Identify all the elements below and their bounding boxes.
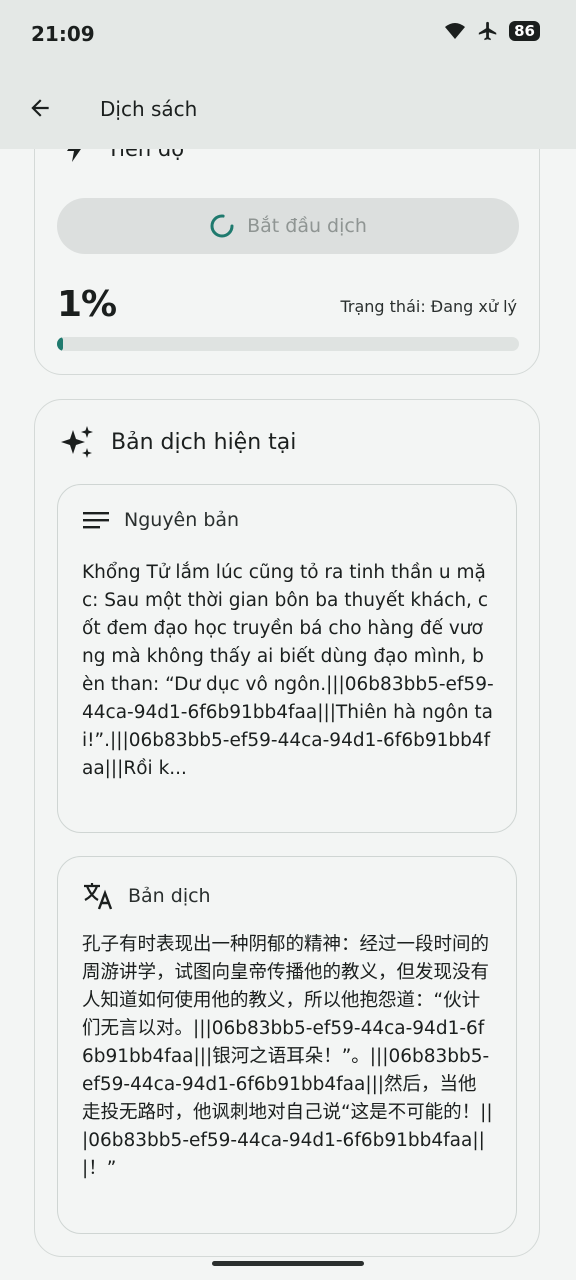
original-text: Khổng Tử lắm lúc cũng tỏ ra tinh thần u … xyxy=(82,562,494,779)
status-bar: 21:09 86 xyxy=(0,0,576,70)
status-icons: 86 xyxy=(443,20,540,42)
app-bar: Dịch sách xyxy=(0,70,576,149)
translation-heading: Bản dịch hiện tại xyxy=(111,429,297,455)
airplane-icon xyxy=(478,21,497,41)
progress-status: Trạng thái: Đang xử lý xyxy=(340,297,517,316)
gesture-handle[interactable] xyxy=(212,1261,364,1266)
progress-header: Tiến độ xyxy=(65,149,184,162)
original-header: Nguyên bản xyxy=(82,509,239,531)
start-translate-label: Bắt đầu dịch xyxy=(247,215,367,237)
original-label: Nguyên bản xyxy=(124,509,240,531)
translated-text-panel: Bản dịch 孔子有时表现出一种阴郁的精神：经过一段时间的周游讲学，试图向皇… xyxy=(57,856,517,1234)
content-scroll[interactable]: Tiến độ Bắt đầu dịch 1% Trạng thái: Đang… xyxy=(0,149,576,1280)
translate-icon xyxy=(84,883,113,910)
bolt-icon xyxy=(67,149,81,162)
progress-card: Tiến độ Bắt đầu dịch 1% Trạng thái: Đang… xyxy=(34,149,540,375)
progress-bar-fill xyxy=(57,337,63,351)
translated-header: Bản dịch xyxy=(82,881,211,911)
start-translate-button[interactable]: Bắt đầu dịch xyxy=(57,198,519,254)
translation-header: Bản dịch hiện tại xyxy=(59,424,296,460)
arrow-back-icon xyxy=(31,99,49,117)
translated-label: Bản dịch xyxy=(128,885,211,907)
current-translation-card: Bản dịch hiện tại Nguyên bản Khổng Tử lắ… xyxy=(34,399,540,1257)
back-button[interactable] xyxy=(22,90,58,126)
sparkles-icon xyxy=(61,426,93,458)
original-text-panel: Nguyên bản Khổng Tử lắm lúc cũng tỏ ra t… xyxy=(57,484,517,833)
battery-indicator: 86 xyxy=(509,21,540,41)
page-title: Dịch sách xyxy=(100,97,198,121)
translated-text: 孔子有时表现出一种阴郁的精神：经过一段时间的周游讲学，试图向皇帝传播他的教义，但… xyxy=(82,934,493,1179)
status-time: 21:09 xyxy=(31,22,95,46)
progress-heading: Tiến độ xyxy=(107,149,185,161)
progress-bar xyxy=(57,337,519,351)
text-lines-icon xyxy=(83,512,109,529)
progress-percent: 1% xyxy=(57,284,117,325)
wifi-icon xyxy=(445,23,466,39)
loading-spinner-icon xyxy=(210,214,234,238)
